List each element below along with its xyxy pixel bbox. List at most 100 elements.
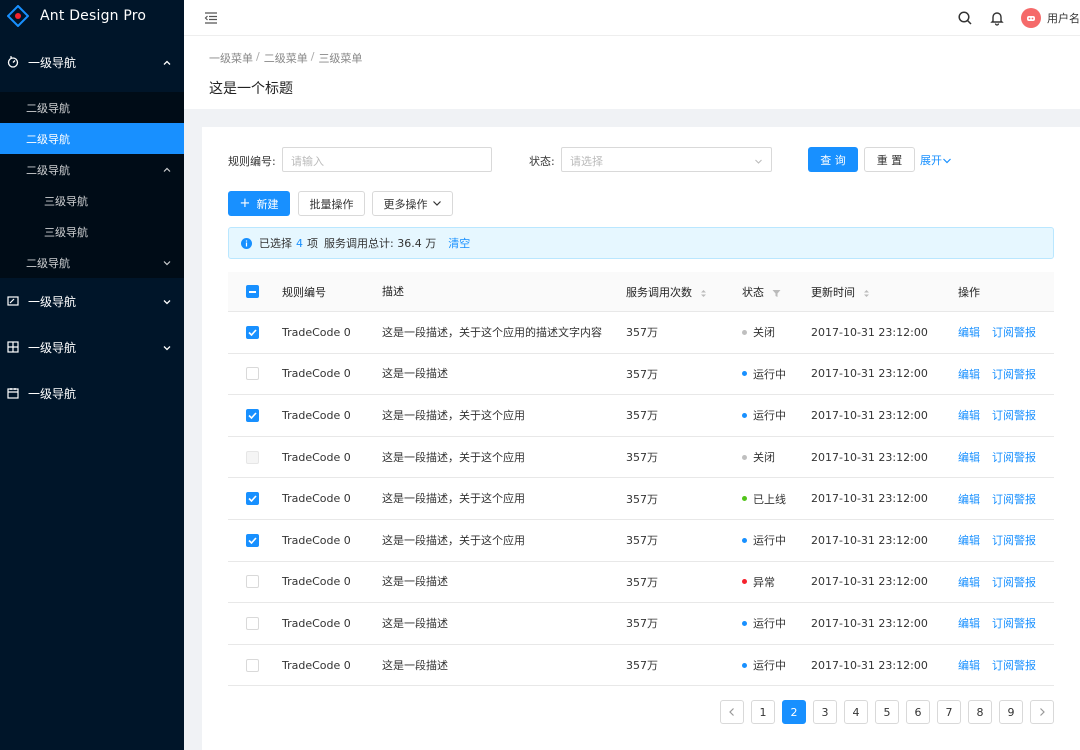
subscribe-alert-link[interactable]: 订阅警报 [992, 493, 1036, 506]
sidebar-group-1[interactable]: 一级导航 [0, 32, 184, 92]
page-number-button[interactable]: 5 [875, 700, 899, 724]
edit-link[interactable]: 编辑 [958, 368, 980, 381]
update-time-cell: 2017-10-31 23:12:00 [811, 658, 928, 672]
row-checkbox[interactable] [246, 616, 259, 630]
subscribe-alert-link[interactable]: 订阅警报 [992, 659, 1036, 672]
reset-button[interactable]: 重 置 [864, 147, 915, 172]
subscribe-alert-link[interactable]: 订阅警报 [992, 534, 1036, 547]
app-title: Ant Design Pro [40, 8, 147, 24]
select-all-checkbox[interactable] [246, 285, 259, 298]
row-select-cell [228, 325, 282, 339]
sidebar-group-2[interactable]: 一级导航 [0, 278, 184, 324]
page-number-button[interactable]: 8 [968, 700, 992, 724]
subscribe-alert-link[interactable]: 订阅警报 [992, 368, 1036, 381]
edit-link[interactable]: 编辑 [958, 659, 980, 672]
menu-fold-icon[interactable] [204, 11, 218, 25]
row-checkbox[interactable] [246, 325, 259, 339]
table-row: TradeCode 0 这是一段描述，关于这个应用 357万 运行中 2017-10-3… [228, 520, 1054, 562]
chevron-up-icon [162, 57, 172, 67]
sidebar-item-level2-expandable[interactable]: 二级导航 [0, 154, 184, 185]
subscribe-alert-link[interactable]: 订阅警报 [992, 409, 1036, 422]
row-checkbox[interactable] [246, 575, 259, 589]
call-count-cell: 357万 [626, 409, 658, 423]
batch-operation-button[interactable]: 批量操作 [298, 191, 365, 216]
subscribe-alert-link[interactable]: 订阅警报 [992, 576, 1036, 589]
update-time-cell: 2017-10-31 23:12:00 [811, 325, 928, 339]
row-checkbox[interactable] [246, 533, 259, 547]
expand-link[interactable]: 展开 [920, 152, 952, 168]
column-header-sortable[interactable]: 更新时间 [811, 284, 958, 300]
edit-link[interactable]: 编辑 [958, 534, 980, 547]
row-checkbox[interactable] [246, 492, 259, 506]
call-count-cell: 357万 [626, 451, 658, 465]
subscribe-alert-link[interactable]: 订阅警报 [992, 451, 1036, 464]
sort-icon[interactable] [700, 288, 707, 297]
status-cell: 运行中 [742, 657, 811, 673]
page-number-button[interactable]: 6 [906, 700, 930, 724]
call-count-cell: 357万 [626, 617, 658, 631]
subscribe-alert-link[interactable]: 订阅警报 [992, 326, 1036, 339]
edit-link[interactable]: 编辑 [958, 576, 980, 589]
rule-code-cell: TradeCode 0 [282, 616, 351, 630]
actions-cell: 编辑 订阅警报 [958, 491, 1054, 507]
bell-icon[interactable] [989, 10, 1005, 26]
sidebar-item-level3[interactable]: 三级导航 [0, 185, 184, 216]
status-select[interactable]: 请选择 [561, 147, 772, 172]
row-checkbox[interactable] [246, 658, 259, 672]
actions-cell: 编辑 订阅警报 [958, 657, 1054, 673]
rule-number-input[interactable]: 请输入 [282, 147, 492, 172]
avatar[interactable] [1021, 8, 1041, 28]
edit-link[interactable]: 编辑 [958, 617, 980, 630]
page-number-button[interactable]: 9 [999, 700, 1023, 724]
edit-link[interactable]: 编辑 [958, 451, 980, 464]
page-number-button[interactable]: 1 [751, 700, 775, 724]
edit-link[interactable]: 编辑 [958, 326, 980, 339]
calendar-icon [6, 386, 20, 400]
form-icon [6, 294, 20, 308]
sidebar-item-level2[interactable]: 二级导航 [0, 92, 184, 123]
sort-icon[interactable] [863, 288, 870, 297]
sidebar-item-level2-active[interactable]: 二级导航 [0, 123, 184, 154]
sidebar-item-level3[interactable]: 三级导航 [0, 216, 184, 247]
query-button[interactable]: 查 询 [808, 147, 858, 172]
prev-page-button[interactable] [720, 700, 744, 724]
username[interactable]: 用户名 [1047, 10, 1080, 26]
row-checkbox[interactable] [246, 367, 259, 381]
status-cell: 关闭 [742, 449, 811, 465]
sidebar-group-4[interactable]: 一级导航 [0, 370, 184, 416]
column-header-filterable[interactable]: 状态 [742, 284, 811, 300]
call-count-cell: 357万 [626, 659, 658, 673]
column-header-sortable[interactable]: 服务调用次数 [626, 284, 742, 300]
edit-link[interactable]: 编辑 [958, 493, 980, 506]
next-page-button[interactable] [1030, 700, 1054, 724]
page-number-button[interactable]: 2 [782, 700, 806, 724]
table-row: TradeCode 0 这是一段描述，关于这个应用 357万 已上线 2017-10-3… [228, 478, 1054, 520]
row-checkbox[interactable] [246, 408, 259, 422]
input-placeholder: 请输入 [291, 155, 324, 168]
main-card: 规则编号: 请输入 状态: 请选择 查 询 重 置 展开 + 新建 批量操作 更… [202, 127, 1080, 750]
sidebar-item-level2-expandable[interactable]: 二级导航 [0, 247, 184, 278]
page-number-button[interactable]: 7 [937, 700, 961, 724]
clear-link[interactable]: 清空 [448, 235, 470, 251]
logo[interactable]: Ant Design Pro [0, 0, 184, 32]
row-checkbox [246, 450, 259, 464]
breadcrumb-item[interactable]: 二级菜单 [264, 50, 308, 66]
new-button[interactable]: + 新建 [228, 191, 290, 216]
update-time-cell: 2017-10-31 23:12:00 [811, 616, 928, 630]
status-cell: 异常 [742, 574, 811, 590]
actions-cell: 编辑 订阅警报 [958, 532, 1054, 548]
filter-icon[interactable] [772, 288, 781, 297]
select-placeholder: 请选择 [570, 155, 603, 168]
more-actions-dropdown[interactable]: 更多操作 [372, 191, 453, 216]
subscribe-alert-link[interactable]: 订阅警报 [992, 617, 1036, 630]
description-cell: 这是一段描述，关于这个应用 [382, 533, 525, 547]
page-number-button[interactable]: 3 [813, 700, 837, 724]
edit-link[interactable]: 编辑 [958, 409, 980, 422]
description-cell: 这是一段描述，关于这个应用 [382, 450, 525, 464]
search-icon[interactable] [957, 10, 973, 26]
update-time-cell: 2017-10-31 23:12:00 [811, 575, 928, 589]
breadcrumb-item[interactable]: 一级菜单 [209, 50, 253, 66]
page-number-button[interactable]: 4 [844, 700, 868, 724]
update-time-cell: 2017-10-31 23:12:00 [811, 450, 928, 464]
sidebar-group-3[interactable]: 一级导航 [0, 324, 184, 370]
